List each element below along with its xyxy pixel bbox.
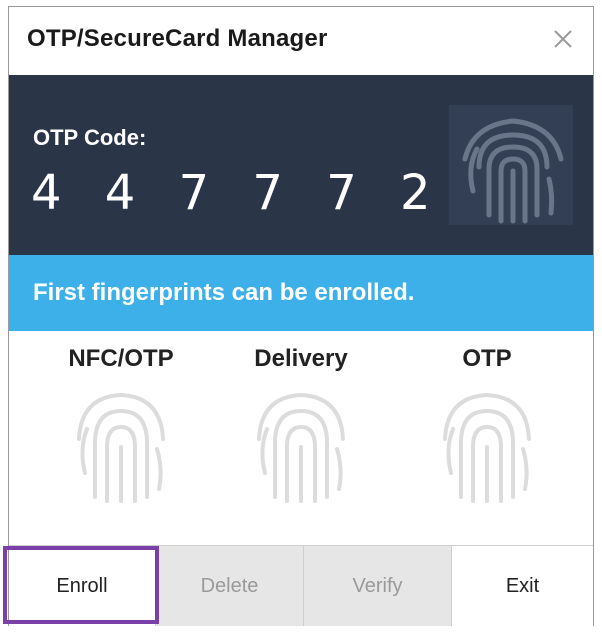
finger-slot-otp[interactable]: OTP xyxy=(395,331,579,503)
otp-code-value: 4 4 7 7 7 2 xyxy=(31,165,445,221)
finger-slot-nfc-otp[interactable]: NFC/OTP xyxy=(29,331,213,503)
exit-button[interactable]: Exit xyxy=(451,546,593,626)
finger-label: OTP xyxy=(462,345,512,372)
finger-label: NFC/OTP xyxy=(68,345,174,372)
finger-slot-delivery[interactable]: Delivery xyxy=(209,331,393,503)
fingerprint-panel xyxy=(449,105,573,225)
delete-button[interactable]: Delete xyxy=(155,546,303,626)
verify-button[interactable]: Verify xyxy=(303,546,451,626)
banner-text: First fingerprints can be enrolled. xyxy=(33,279,415,306)
otp-panel: OTP Code: 4 4 7 7 7 2 xyxy=(9,75,593,255)
title-bar: OTP/SecureCard Manager xyxy=(9,7,593,75)
enroll-button[interactable]: Enroll xyxy=(9,546,155,626)
otp-code-label: OTP Code: xyxy=(33,125,147,150)
otp-manager-window: OTP/SecureCard Manager OTP Code: 4 4 7 7… xyxy=(8,6,594,626)
window-title: OTP/SecureCard Manager xyxy=(27,25,328,52)
fingerprint-icon xyxy=(462,118,564,224)
fingerprint-icon xyxy=(443,392,531,503)
close-icon[interactable] xyxy=(549,25,577,53)
button-bar: Enroll Delete Verify Exit xyxy=(9,545,593,626)
fingerprint-icon xyxy=(257,392,345,503)
finger-slots: NFC/OTP Delivery OTP xyxy=(9,331,593,547)
fingerprint-icon xyxy=(77,392,165,503)
status-banner: First fingerprints can be enrolled. xyxy=(9,255,593,331)
finger-label: Delivery xyxy=(254,345,348,372)
